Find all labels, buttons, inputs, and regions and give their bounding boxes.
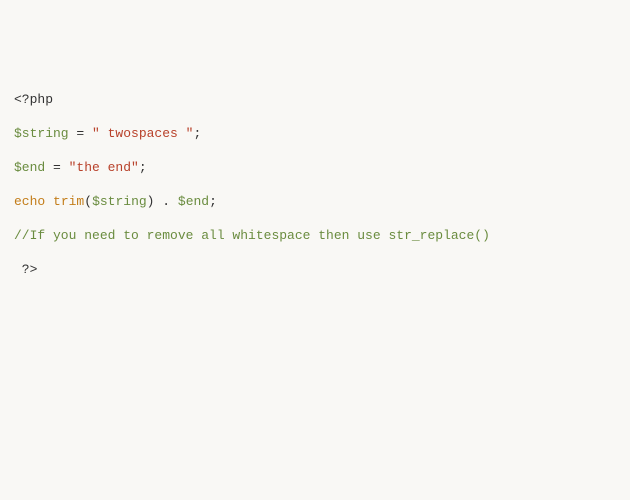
operator-concat: . xyxy=(154,194,177,209)
code-line-3: $end = "the end"; xyxy=(14,159,616,176)
code-line-2: $string = " twospaces "; xyxy=(14,125,616,142)
function-trim: trim xyxy=(53,194,84,209)
code-line-4: echo trim($string) . $end; xyxy=(14,193,616,210)
operator-assign: = xyxy=(45,160,68,175)
semicolon: ; xyxy=(193,126,201,141)
code-line-1: <?php xyxy=(14,91,616,108)
open-paren: ( xyxy=(84,194,92,209)
variable-end: $end xyxy=(14,160,45,175)
comment: //If you need to remove all whitespace t… xyxy=(14,228,490,243)
keyword-echo: echo xyxy=(14,194,45,209)
operator-assign: = xyxy=(69,126,92,141)
code-line-5: //If you need to remove all whitespace t… xyxy=(14,227,616,244)
php-open-tag: <?php xyxy=(14,92,53,107)
semicolon: ; xyxy=(139,160,147,175)
variable-string: $string xyxy=(14,126,69,141)
php-close-tag: ?> xyxy=(14,262,37,277)
code-block: <?php $string = " twospaces "; $end = "t… xyxy=(14,74,616,295)
variable-end-arg: $end xyxy=(178,194,209,209)
string-literal: " twospaces " xyxy=(92,126,193,141)
string-literal: "the end" xyxy=(69,160,139,175)
code-line-6: ?> xyxy=(14,261,616,278)
variable-string-arg: $string xyxy=(92,194,147,209)
space xyxy=(45,194,53,209)
semicolon: ; xyxy=(209,194,217,209)
